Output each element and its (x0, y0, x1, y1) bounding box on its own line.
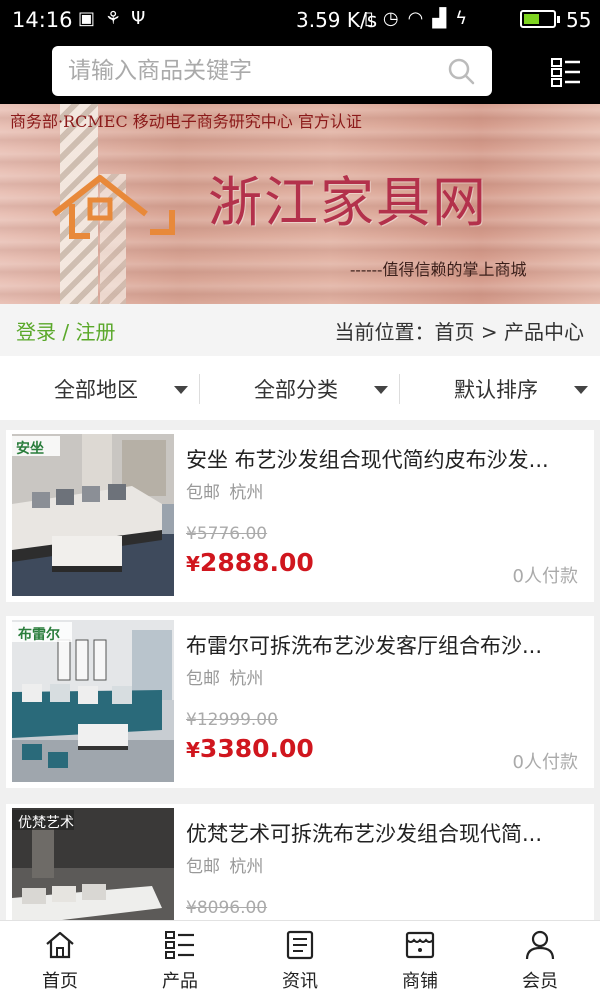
price-symbol: ¥ (186, 738, 200, 762)
store-icon (405, 931, 435, 959)
status-time: 14:16 (12, 8, 73, 32)
category-menu-icon[interactable] (550, 56, 582, 88)
product-image[interactable] (12, 434, 174, 596)
paid-count: 0人付款 (512, 752, 578, 773)
info-bar: 登录 / 注册 当前位置：首页 > 产品中心 (0, 304, 600, 356)
vibrate-icon: ▯ (364, 8, 383, 29)
nav-home[interactable]: 首页 (0, 921, 120, 1000)
product-list: 安坐 安坐 布艺沙发组合现代简约皮布沙发... 包邮 杭州 ¥5776.00 ¥… (0, 428, 600, 920)
breadcrumb: 当前位置：首页 > 产品中心 (334, 320, 584, 344)
login-link[interactable]: 登录 (16, 320, 56, 344)
banner-title: 浙江家具网 (208, 171, 488, 234)
filter-sort[interactable]: 默认排序 (400, 356, 600, 420)
caret-down-icon (374, 386, 388, 394)
product-name[interactable]: 布雷尔可拆洗布艺沙发客厅组合布沙... (186, 630, 578, 660)
alarm-icon: ◷ (382, 8, 408, 29)
nav-news-label: 资讯 (282, 971, 318, 992)
wifi-icon: ◠ (407, 8, 433, 29)
account-links: 登录 / 注册 (16, 316, 115, 345)
product-card[interactable]: 布雷尔 布雷尔可拆洗布艺沙发客厅组合布沙... 包邮 杭州 ¥12999.00 … (6, 616, 594, 788)
usb-icon: ⚘ (105, 8, 132, 29)
nav-member[interactable]: 会员 (480, 921, 600, 1000)
price-value: 2888.00 (199, 548, 314, 577)
brand-badge: 布雷尔 (18, 627, 60, 643)
product-card[interactable]: 安坐 安坐 布艺沙发组合现代简约皮布沙发... 包邮 杭州 ¥5776.00 ¥… (6, 430, 594, 602)
battery-icon (520, 10, 560, 28)
banner-slogan: ------值得信赖的掌上商城 (350, 260, 527, 279)
brand-badge: 优梵艺术 (18, 815, 74, 831)
product-tags: 包邮 杭州 (186, 852, 267, 877)
product-tags: 包邮 杭州 (186, 478, 267, 503)
tag-location: 杭州 (229, 857, 264, 877)
account-separator: / (62, 320, 70, 344)
status-bar: 14:16 ▣⚘Ψ 3.59 K/s ▯◷◠▟ϟ 55 (0, 0, 600, 40)
promo-banner[interactable]: 商务部·RCMEC 移动电子商务研究中心 官方认证 浙江家具网 ------值得… (0, 104, 600, 304)
filter-region[interactable]: 全部地区 (0, 356, 200, 420)
original-price: ¥5776.00 (186, 524, 268, 544)
paid-count: 0人付款 (512, 566, 578, 587)
news-icon (286, 930, 314, 960)
nav-products-label: 产品 (162, 971, 198, 992)
filter-sort-label: 默认排序 (454, 378, 538, 402)
product-card[interactable]: 优梵艺术 优梵艺术可拆洗布艺沙发组合现代简... 包邮 杭州 ¥8096.00 (6, 804, 594, 920)
tag-location: 杭州 (229, 483, 264, 503)
original-price: ¥12999.00 (186, 710, 278, 730)
price-symbol: ¥ (186, 552, 200, 576)
search-input[interactable] (68, 54, 438, 88)
product-image[interactable] (12, 620, 174, 782)
caret-down-icon (174, 386, 188, 394)
charging-icon: ϟ (455, 8, 477, 29)
battery-fill (524, 14, 539, 24)
home-icon (46, 931, 74, 959)
signal-4g-icon: ▟ (432, 8, 456, 29)
product-name[interactable]: 优梵艺术可拆洗布艺沙发组合现代简... (186, 818, 578, 848)
caret-down-icon (574, 386, 588, 394)
sale-price: ¥2888.00 (186, 548, 314, 577)
register-link[interactable]: 注册 (75, 320, 115, 344)
nav-stores[interactable]: 商铺 (360, 921, 480, 1000)
brand-badge: 安坐 (16, 441, 44, 457)
original-price: ¥8096.00 (186, 898, 268, 918)
sale-price: ¥3380.00 (186, 734, 314, 763)
member-icon (525, 930, 555, 960)
tag-location: 杭州 (229, 669, 264, 689)
nav-home-label: 首页 (42, 971, 78, 992)
tag-free-shipping: 包邮 (186, 483, 220, 503)
top-header: 14:16 ▣⚘Ψ 3.59 K/s ▯◷◠▟ϟ 55 (0, 0, 600, 104)
nav-products[interactable]: 产品 (120, 921, 240, 1000)
product-grid-icon (165, 931, 194, 959)
house-logo-icon (52, 175, 175, 239)
filter-bar: 全部地区 全部分类 默认排序 (0, 356, 600, 420)
filter-category-label: 全部分类 (254, 378, 338, 402)
price-value: 3380.00 (199, 734, 314, 763)
battery-percent: 55 (566, 8, 592, 32)
product-tags: 包邮 杭州 (186, 664, 267, 689)
filter-category[interactable]: 全部分类 (200, 356, 400, 420)
nav-stores-label: 商铺 (402, 971, 438, 992)
product-name[interactable]: 安坐 布艺沙发组合现代简约皮布沙发... (186, 444, 578, 474)
bottom-nav: 首页 产品 资讯 商铺 会员 (0, 920, 600, 1000)
search-box[interactable] (52, 46, 492, 96)
status-icons-left: ▣⚘Ψ (78, 8, 155, 29)
tag-free-shipping: 包邮 (186, 857, 220, 877)
usb-debug-icon: Ψ (131, 8, 156, 29)
filter-region-label: 全部地区 (54, 378, 138, 402)
nav-member-label: 会员 (522, 971, 558, 992)
image-icon: ▣ (78, 8, 106, 29)
status-icons-right: ▯◷◠▟ϟ (364, 8, 476, 29)
nav-news[interactable]: 资讯 (240, 921, 360, 1000)
search-icon[interactable] (446, 56, 476, 86)
tag-free-shipping: 包邮 (186, 669, 220, 689)
banner-certification-text: 商务部·RCMEC 移动电子商务研究中心 官方认证 (10, 112, 362, 131)
